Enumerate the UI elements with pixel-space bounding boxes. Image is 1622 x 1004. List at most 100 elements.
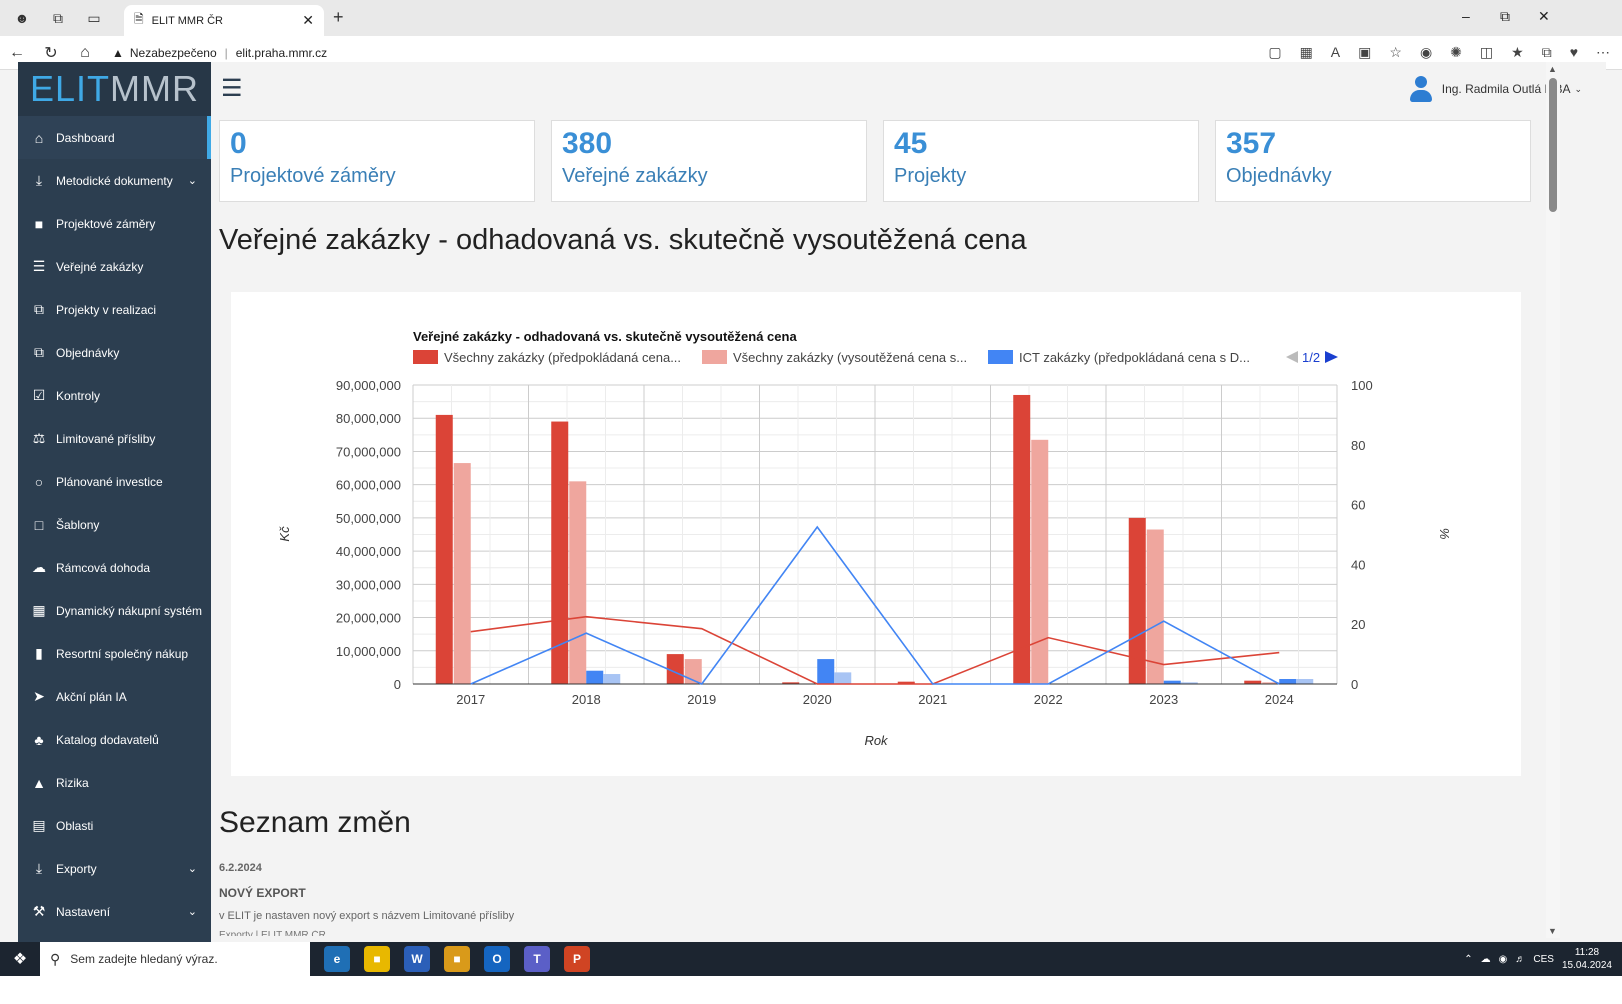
y-tick-label: 0 [394, 677, 401, 692]
immersive-reader-icon[interactable]: ▣ [1358, 44, 1371, 61]
webex-app-icon[interactable]: W [404, 946, 430, 972]
check-square-icon: ☑ [32, 387, 46, 403]
sidebar-item-label: Akční plán IA [56, 689, 127, 704]
chart-title: Veřejné zakázky - odhadovaná vs. skutečn… [413, 329, 797, 344]
lock-icon: ▲ [32, 774, 46, 791]
outlook-app-icon[interactable]: O [484, 946, 510, 972]
sidebar-item-objednávky[interactable]: ⧉ Objednávky [18, 331, 211, 374]
profile-avatar-icon[interactable]: ☻ [8, 4, 36, 32]
qr-icon[interactable]: ▦ [1300, 44, 1313, 61]
read-aloud-icon[interactable]: A [1331, 44, 1340, 61]
sidebar-item-katalog-dodavatelů[interactable]: ♣ Katalog dodavatelů [18, 718, 211, 761]
network-icon[interactable]: ◉ [1499, 954, 1508, 965]
file-explorer-app-icon[interactable]: ■ [444, 946, 470, 972]
sidebar-item-nastavení[interactable]: ⚒ Nastavení ⌄ [18, 890, 211, 933]
browser-tab[interactable]: 🗎 ELIT MMR ČR ✕ [124, 5, 324, 36]
sidebar-item-dashboard[interactable]: ⌂ Dashboard [18, 116, 211, 159]
clock-time: 11:28 [1574, 947, 1600, 958]
legend-next-icon [1325, 351, 1338, 363]
extension-icon[interactable]: ◉ [1420, 44, 1432, 61]
list-icon: ☰ [32, 258, 46, 274]
sidebar-item-rámcová-dohoda[interactable]: ☁ Rámcová dohoda [18, 546, 211, 589]
y-tick-label: 90,000,000 [336, 378, 401, 393]
home-icon[interactable]: ⌂ [68, 44, 102, 62]
tag-icon: ○ [34, 473, 44, 490]
user-avatar-icon [1409, 76, 1432, 102]
show-hidden-icons-icon[interactable]: ⌃ [1464, 954, 1472, 965]
more-menu-icon[interactable]: ⋯ [1596, 44, 1610, 61]
scrollbar-thumb[interactable] [1549, 78, 1557, 212]
reload-icon[interactable]: ↻ [34, 43, 68, 63]
sidebar-item-dynamický-nákupní-systém[interactable]: ▦ Dynamický nákupní systém [18, 589, 211, 632]
bar [586, 670, 604, 684]
search-icon: ⚲ [50, 950, 61, 967]
taskbar-search-placeholder: Sem zadejte hledaný výraz. [70, 952, 218, 966]
stat-card-verejne-zakazky[interactable]: 380 Veřejné zakázky [551, 120, 867, 202]
taskbar-search[interactable]: ⚲ Sem zadejte hledaný výraz. [40, 942, 310, 976]
sidebar-item-kontroly[interactable]: ☑ Kontroly [18, 374, 211, 417]
page-scrollbar[interactable]: ▲ ▼ [1546, 62, 1560, 938]
hamburger-menu-icon[interactable]: ☰ [221, 74, 243, 103]
stat-card-objednavky[interactable]: 357 Objednávky [1215, 120, 1531, 202]
volume-icon[interactable]: ♬ [1515, 954, 1525, 965]
collections-icon[interactable]: ⧉ [1542, 44, 1552, 61]
clock[interactable]: 11:28 15.04.2024 [1562, 946, 1612, 972]
x-tick-label: 2022 [1034, 692, 1063, 707]
sidebar-item-akční-plán-ia[interactable]: ➤ Akční plán IA [18, 675, 211, 718]
close-window-icon[interactable]: ✕ [1538, 8, 1550, 25]
split-screen-icon[interactable]: ◫ [1480, 44, 1493, 61]
scroll-up-icon[interactable]: ▲ [1548, 64, 1557, 74]
app-logo[interactable]: ELIT MMR [18, 62, 211, 116]
sidebar-item-šablony[interactable]: □ Šablony [18, 503, 211, 546]
y-tick-label: 10,000,000 [336, 644, 401, 659]
chevron-down-icon: ⌄ [187, 175, 197, 187]
sticky-notes-app-icon[interactable]: ■ [364, 946, 390, 972]
powerpoint-app-icon[interactable]: P [564, 946, 590, 972]
browser-essentials-icon[interactable]: ♥ [1570, 44, 1578, 61]
back-icon[interactable]: ← [0, 44, 34, 62]
scroll-down-icon[interactable]: ▼ [1548, 926, 1557, 936]
paper-plane-icon: ➤ [33, 688, 45, 704]
input-language[interactable]: CES [1533, 954, 1554, 965]
stat-card-projektove-zamery[interactable]: 0 Projektové záměry [219, 120, 535, 202]
edge-app-icon[interactable]: e [324, 946, 350, 972]
minimize-icon[interactable]: – [1462, 8, 1470, 24]
sidebar-item-metodické-dokumenty[interactable]: ⤓ Metodické dokumenty ⌄ [18, 159, 211, 202]
stat-label: Projektové záměry [230, 165, 396, 187]
onedrive-icon[interactable]: ☁ [1481, 954, 1491, 965]
new-tab-button[interactable]: + [333, 7, 344, 28]
workspaces-icon[interactable]: ⧉ [44, 4, 72, 32]
close-tab-icon[interactable]: ✕ [302, 12, 314, 29]
bar [569, 481, 587, 684]
sidebar-item-projekty-v-realizaci[interactable]: ⧉ Projekty v realizaci [18, 288, 211, 331]
sidebar-item-label: Nastavení [56, 904, 111, 919]
sidebar-item-oblasti[interactable]: ▤ Oblasti [18, 804, 211, 847]
app-available-icon[interactable]: ▢ [1268, 44, 1281, 61]
sidebar-item-projektové-záměry[interactable]: ■ Projektové záměry [18, 202, 211, 245]
y2-tick-label: 0 [1351, 677, 1358, 692]
changelog-date: 6.2.2024 [219, 862, 262, 874]
bar [453, 463, 471, 684]
windows-start-icon[interactable]: ❖ [0, 942, 40, 976]
sidebar-item-limitované-přísliby[interactable]: ⚖ Limitované přísliby [18, 417, 211, 460]
y-tick-label: 70,000,000 [336, 444, 401, 459]
system-tray: ⌃ ☁ ◉ ♬ CES 11:28 15.04.2024 [1464, 946, 1612, 972]
sidebar-item-rizika[interactable]: ▲ Rizika [18, 761, 211, 804]
section-title: Veřejné zakázky - odhadovaná vs. skutečn… [219, 224, 1027, 256]
sidebar-item-label: Objednávky [56, 345, 120, 360]
sidebar-item-veřejné-zakázky[interactable]: ☰ Veřejné zakázky [18, 245, 211, 288]
teams-app-icon[interactable]: T [524, 946, 550, 972]
favorites-icon[interactable]: ★ [1511, 44, 1524, 61]
sidebar-item-plánované-investice[interactable]: ○ Plánované investice [18, 460, 211, 503]
tab-actions-icon[interactable]: ▭ [80, 4, 108, 32]
sidebar-item-resortní-společný-nákup[interactable]: ▮ Resortní společný nákup [18, 632, 211, 675]
url-field[interactable]: ▲ Nezabezpečeno | elit.praha.mmr.cz [112, 46, 327, 60]
stat-card-projekty[interactable]: 45 Projekty [883, 120, 1199, 202]
favorite-star-icon[interactable]: ☆ [1389, 44, 1402, 61]
stat-value: 45 [894, 127, 928, 160]
copilot-icon[interactable]: ✺ [1450, 44, 1462, 61]
download-icon: ⤓ [35, 860, 43, 876]
restore-icon[interactable]: ⧉ [1500, 8, 1510, 25]
y2-axis-title: % [1437, 528, 1452, 540]
sidebar-item-exporty[interactable]: ⤓ Exporty ⌄ [18, 847, 211, 890]
